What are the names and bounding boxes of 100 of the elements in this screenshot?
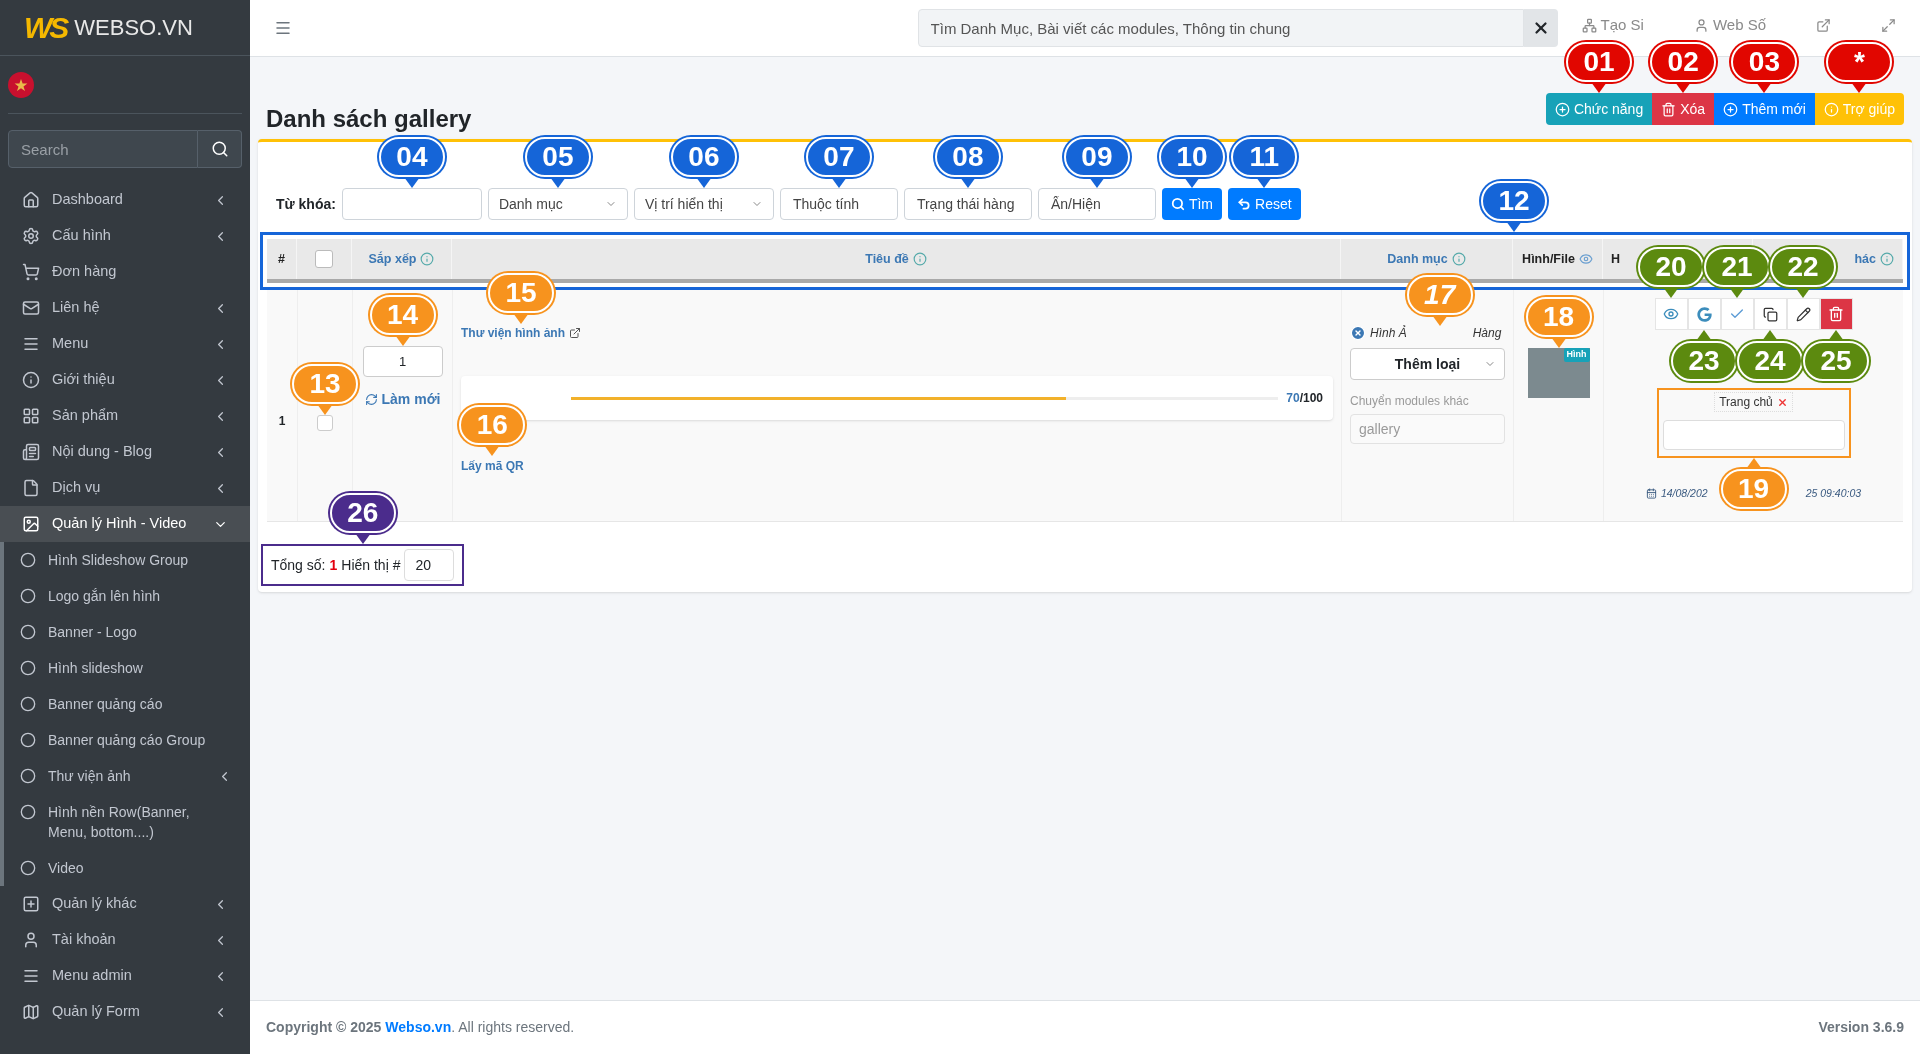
sidebar-subitem[interactable]: Hình nền Row(Banner, Menu, bottom....) <box>4 794 250 850</box>
sidebar-item[interactable]: Dịch vụ <box>0 470 250 506</box>
column-header[interactable]: Tiêu đề <box>865 249 909 269</box>
menu-item-icon <box>22 227 40 245</box>
date-text: 25 09:40:03 <box>1805 486 1862 501</box>
filter-field[interactable]: Thuộc tính <box>779 188 898 220</box>
info-icon <box>1880 252 1894 266</box>
qr-link[interactable]: Lấy mã QR <box>461 459 524 473</box>
column-header[interactable]: Danh mục <box>1387 249 1448 269</box>
copy-button[interactable] <box>1753 298 1787 330</box>
sidebar-item[interactable]: Sản phẩm <box>0 398 250 434</box>
logo-mark: WS <box>24 10 67 46</box>
view-button[interactable] <box>1654 298 1688 330</box>
header-link[interactable]: Tạo Si <box>1581 13 1644 37</box>
filter-field[interactable]: Trạng thái hàng <box>903 188 1032 220</box>
action-button[interactable]: Xóa <box>1652 93 1715 125</box>
action-button[interactable]: Thêm mới <box>1714 93 1815 125</box>
reset-button[interactable]: Reset <box>1228 188 1301 220</box>
filter-select[interactable]: Vị trí hiển thị <box>633 188 774 220</box>
sidebar-item[interactable]: Quản lý Form <box>0 994 250 1030</box>
menu-item-icon <box>22 967 40 985</box>
sidebar-subitem[interactable]: Hình Slideshow Group <box>4 542 250 578</box>
menu-icon[interactable] <box>274 19 292 37</box>
column-header: # <box>278 250 285 268</box>
circle-icon <box>20 768 36 784</box>
menu-item-icon <box>22 335 40 353</box>
filter-select[interactable]: Danh mục <box>487 188 628 220</box>
sidebar-subitem[interactable]: Video <box>4 850 250 886</box>
undo-icon <box>1237 197 1252 211</box>
menu-item-icon <box>22 931 40 949</box>
column-header[interactable]: Hình/File <box>1522 249 1575 269</box>
sidebar-item[interactable]: Đơn hàng <box>0 254 250 290</box>
external-link-icon[interactable] <box>1816 17 1831 33</box>
select-all-checkbox[interactable] <box>315 250 333 268</box>
global-search-field[interactable]: Tìm Danh Mục, Bài viết các modules, Thông tin chung <box>917 9 1524 47</box>
clear-search-button[interactable] <box>1523 9 1558 47</box>
plus-circle-icon <box>1723 101 1739 117</box>
search-button[interactable]: Tìm <box>1161 188 1223 220</box>
external-link-icon <box>569 327 582 339</box>
refresh-link[interactable]: Làm mới <box>364 389 441 410</box>
date-text: 14/08/202 <box>1660 486 1708 501</box>
google-button[interactable] <box>1687 298 1721 330</box>
display-label: Hiển thị # <box>341 555 401 575</box>
fullscreen-icon[interactable] <box>1881 17 1896 33</box>
search-button[interactable] <box>198 130 242 168</box>
title-link[interactable]: Thư viện hình ảnh <box>461 324 582 342</box>
user-icon <box>1693 17 1709 33</box>
sidebar-item[interactable]: Tài khoản <box>0 922 250 958</box>
check-button[interactable] <box>1720 298 1754 330</box>
plus-circle-icon <box>1554 101 1570 117</box>
menu-item-icon <box>22 299 40 317</box>
circle-icon <box>20 660 36 676</box>
sidebar-subitem[interactable]: Hình slideshow <box>4 650 250 686</box>
row-number: 1 <box>278 412 286 430</box>
sidebar-item[interactable]: Menu admin <box>0 958 250 994</box>
row-checkbox[interactable] <box>317 414 333 431</box>
circle-icon <box>20 860 36 876</box>
sitemap-icon <box>1581 17 1597 33</box>
sidebar-item[interactable]: Dashboard <box>0 182 250 218</box>
sidebar-item[interactable]: Giới thiệu <box>0 362 250 398</box>
circle-icon <box>20 804 36 820</box>
header-link[interactable]: Web Số <box>1693 13 1766 37</box>
total-label: Tổng số: <box>271 555 326 575</box>
position-field[interactable] <box>1662 420 1845 450</box>
eye-icon <box>1578 252 1593 266</box>
sidebar-item[interactable]: Cấu hình <box>0 218 250 254</box>
calendar-icon <box>1645 488 1657 500</box>
order-field[interactable]: 1 <box>362 346 443 377</box>
sidebar-subitem[interactable]: Banner quảng cáo Group <box>4 722 250 758</box>
sidebar-item[interactable]: Liên hệ <box>0 290 250 326</box>
column-header[interactable]: Sắp xếp <box>368 249 417 269</box>
brand-name: WEBSO.VN <box>74 14 193 42</box>
sidebar-item[interactable]: Quản lý khác <box>0 886 250 922</box>
copyright-text: Copyright © 2025 <box>266 1018 382 1037</box>
sidebar-subitem[interactable]: Banner - Logo <box>4 614 250 650</box>
keyword-field[interactable] <box>341 188 482 220</box>
score-max: /100 <box>1299 390 1323 407</box>
sidebar-item[interactable]: Nội dung - Blog <box>0 434 250 470</box>
sidebar-subitem[interactable]: Banner quảng cáo <box>4 686 250 722</box>
remove-icon[interactable] <box>1776 396 1788 408</box>
edit-button[interactable] <box>1786 298 1820 330</box>
menu-item-icon <box>22 407 40 425</box>
per-page-field[interactable]: 20 <box>404 549 455 581</box>
sidebar-item[interactable]: Quản lý Hình - Video <box>0 506 250 542</box>
circle-icon <box>20 732 36 748</box>
trash-icon <box>1828 306 1844 322</box>
delete-button[interactable] <box>1819 298 1853 330</box>
filter-field[interactable]: Ẩn/Hiện <box>1037 188 1156 220</box>
category-select[interactable]: Thêm loại <box>1350 348 1505 380</box>
remove-circle-icon[interactable] <box>1350 325 1366 341</box>
circle-icon <box>20 552 36 568</box>
sidebar-item[interactable]: Menu <box>0 326 250 362</box>
score-value: 70 <box>1286 390 1300 407</box>
sidebar-search-field[interactable]: Search <box>8 130 198 168</box>
info-icon <box>1451 252 1466 266</box>
sidebar-subitem[interactable]: Logo gắn lên hình <box>4 578 250 614</box>
sidebar-subitem[interactable]: Thư viện ảnh <box>4 758 250 794</box>
menu-item-icon <box>22 191 40 209</box>
column-header[interactable]: hác <box>1854 249 1876 269</box>
category-text: Hình Ả <box>1370 324 1407 342</box>
